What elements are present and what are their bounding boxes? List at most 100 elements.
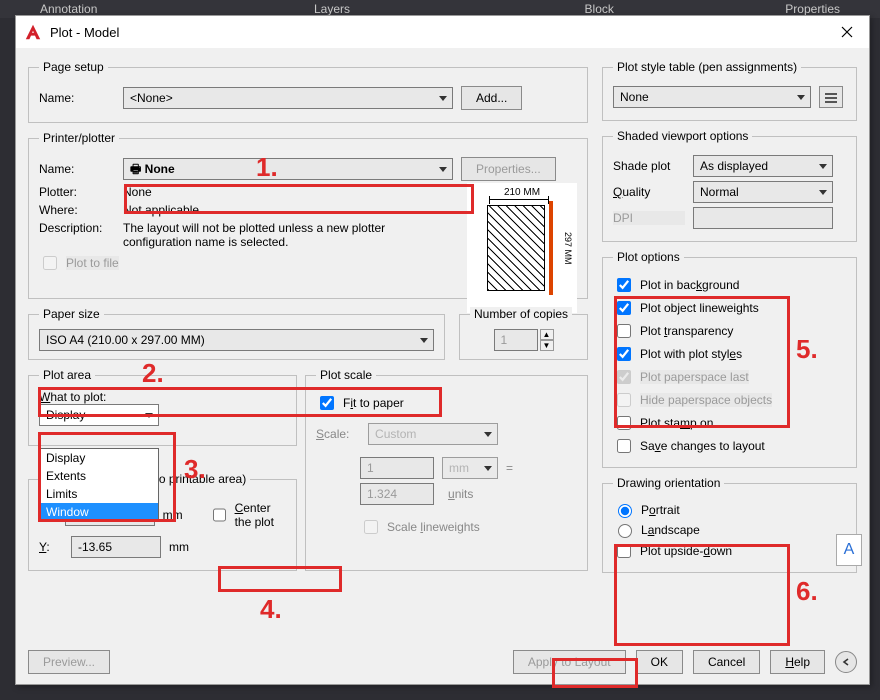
plot-area-group: Plot area What to plot: Display Display … — [28, 368, 297, 446]
printer-legend: Printer/plotter — [39, 131, 119, 145]
page-setup-name-select[interactable]: <None> — [123, 87, 453, 109]
plot-lineweights-checkbox[interactable] — [617, 301, 631, 315]
copies-down-icon[interactable]: ▼ — [540, 340, 554, 351]
fit-to-paper-checkbox[interactable] — [320, 396, 334, 410]
dropdown-option-window[interactable]: Window — [40, 503, 158, 521]
page-setup-group: Page setup Name: <None> Add... — [28, 60, 588, 123]
plotter-value: None — [123, 185, 152, 199]
shade-plot-select[interactable]: As displayed — [693, 155, 833, 177]
shade-plot-label: Shade plot — [613, 159, 685, 173]
center-plot-checkbox[interactable] — [213, 508, 226, 522]
scale-label: Scale: — [316, 427, 360, 441]
plot-background-label: Plot in background — [640, 278, 739, 292]
scale-lineweights-label: Scale lineweights — [387, 520, 480, 534]
orientation-group: Drawing orientation Portrait Landscape P… — [602, 476, 857, 573]
ribbon-item[interactable]: Annotation ▼ — [40, 2, 97, 16]
copies-input — [494, 329, 538, 351]
description-value: The layout will not be plotted unless a … — [123, 221, 443, 249]
plot-area-legend: Plot area — [39, 368, 95, 382]
paper-size-legend: Paper size — [39, 307, 104, 321]
landscape-label: Landscape — [641, 523, 700, 537]
description-label: Description: — [39, 221, 115, 235]
plot-style-table-group: Plot style table (pen assignments) None — [602, 60, 857, 121]
page-setup-add-button[interactable]: Add... — [461, 86, 522, 110]
scale-unit-select: mm — [442, 457, 498, 479]
plot-scale-group: Plot scale Fit to paper Scale: Custom mm… — [305, 368, 588, 571]
copies-up-icon[interactable]: ▲ — [540, 329, 554, 340]
plot-stamp-checkbox[interactable] — [617, 416, 631, 430]
save-changes-checkbox[interactable] — [617, 439, 631, 453]
what-to-plot-dropdown[interactable]: Display Extents Limits Window — [39, 448, 159, 522]
plot-style-table-legend: Plot style table (pen assignments) — [613, 60, 801, 74]
plot-transparency-label: Plot transparency — [640, 324, 733, 338]
plot-styles-checkbox[interactable] — [617, 347, 631, 361]
paper-size-select[interactable]: ISO A4 (210.00 x 297.00 MM) — [39, 329, 434, 351]
plot-to-file-checkbox — [43, 256, 57, 270]
ribbon-item[interactable]: Properties — [785, 2, 840, 16]
close-icon[interactable] — [833, 18, 861, 46]
plot-paperspace-checkbox — [617, 370, 631, 384]
plotter-label: Plotter: — [39, 185, 115, 199]
app-logo-icon — [24, 23, 42, 41]
shaded-viewport-group: Shaded viewport options Shade plot As di… — [602, 129, 857, 242]
ok-button[interactable]: OK — [636, 650, 683, 674]
orientation-legend: Drawing orientation — [613, 476, 724, 490]
shaded-viewport-legend: Shaded viewport options — [613, 129, 752, 143]
quality-label: Quality — [613, 185, 685, 199]
plot-background-checkbox[interactable] — [617, 278, 631, 292]
help-button[interactable]: Help — [770, 650, 825, 674]
ribbon-item[interactable]: Block ▼ — [585, 2, 617, 16]
paper-width-label: 210 MM — [467, 187, 577, 198]
copies-group: Number of copies ▲ ▼ — [459, 307, 588, 360]
upside-down-checkbox[interactable] — [617, 544, 631, 558]
scale-denominator-input — [360, 483, 434, 505]
paper-size-group: Paper size ISO A4 (210.00 x 297.00 MM) — [28, 307, 445, 360]
plot-style-select[interactable]: None — [613, 86, 811, 108]
orientation-icon: A — [836, 534, 862, 566]
where-label: Where: — [39, 203, 115, 217]
page-setup-name-label: Name: — [39, 91, 115, 105]
scale-den-unit: units — [448, 487, 473, 501]
y-label: Y: — [39, 540, 63, 554]
portrait-label: Portrait — [641, 503, 680, 517]
plot-scale-legend: Plot scale — [316, 368, 376, 382]
y-input[interactable] — [71, 536, 161, 558]
what-to-plot-select[interactable]: Display — [39, 404, 159, 426]
save-changes-label: Save changes to layout — [640, 439, 765, 453]
plot-paperspace-label: Plot paperspace last — [640, 370, 749, 384]
printer-group: Printer/plotter Name: 🖶 None Properties.… — [28, 131, 588, 299]
plot-options-legend: Plot options — [613, 250, 684, 264]
hide-paperspace-label: Hide paperspace objects — [640, 393, 772, 407]
paper-height-label: 297 MM — [557, 205, 573, 291]
cancel-button[interactable]: Cancel — [693, 650, 760, 674]
dropdown-option-limits[interactable]: Limits — [40, 485, 158, 503]
ribbon-item[interactable]: Layers ▼ — [314, 2, 352, 16]
center-plot-label: Center the plot — [235, 501, 286, 529]
plot-dialog: Plot - Model Page setup Name: <None> Add… — [15, 15, 870, 685]
plot-options-group: Plot options Plot in background Plot obj… — [602, 250, 857, 468]
plot-transparency-checkbox[interactable] — [617, 324, 631, 338]
titlebar: Plot - Model — [16, 16, 869, 48]
hide-paperspace-checkbox — [617, 393, 631, 407]
what-to-plot-label: What to plot: — [39, 390, 286, 404]
plot-to-file-label: Plot to file — [66, 256, 119, 270]
portrait-radio[interactable] — [618, 504, 632, 518]
scale-equals: = — [506, 461, 513, 475]
preview-button: Preview... — [28, 650, 110, 674]
dropdown-option-display[interactable]: Display — [40, 449, 158, 467]
quality-select[interactable]: Normal — [693, 181, 833, 203]
landscape-radio[interactable] — [618, 524, 632, 538]
y-unit: mm — [169, 540, 199, 554]
page-setup-legend: Page setup — [39, 60, 108, 74]
plot-lineweights-label: Plot object lineweights — [640, 301, 759, 315]
scale-select: Custom — [368, 423, 498, 445]
edit-plot-style-button[interactable] — [819, 86, 843, 108]
expand-icon[interactable] — [835, 651, 857, 673]
scale-lineweights-checkbox — [364, 520, 378, 534]
printer-properties-button: Properties... — [461, 157, 556, 181]
printer-name-select[interactable]: 🖶 None — [123, 158, 453, 180]
printer-name-label: Name: — [39, 162, 115, 176]
dpi-input — [693, 207, 833, 229]
scale-numerator-input — [360, 457, 434, 479]
dropdown-option-extents[interactable]: Extents — [40, 467, 158, 485]
